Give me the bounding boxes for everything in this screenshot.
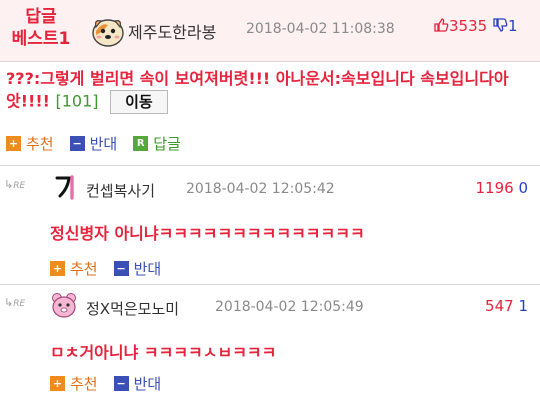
re-label: RE [13, 181, 26, 191]
best-post-date: 2018-04-02 11:08:38 [246, 21, 395, 37]
best-badge-line2: 베스트1 [11, 29, 71, 49]
reply-arrow-icon: ↳RE [4, 178, 26, 191]
divider [0, 284, 540, 285]
reply-count: [101] [55, 91, 99, 111]
best-reply-header: 답글 베스트1 제주도한라봉 2018-04-02 11:08:38 3535 … [0, 0, 540, 62]
minus-icon: − [69, 136, 85, 151]
divider [0, 165, 540, 166]
comment-date: 2018-04-02 12:05:49 [215, 299, 364, 315]
downvote-button[interactable]: − 반대 [69, 133, 118, 154]
downvote-button[interactable]: − 반대 [113, 373, 162, 394]
best-vote-counts: 3535 1 [433, 17, 518, 35]
comment-vote-counts: 1196 0 [475, 179, 528, 197]
comment-upvote-count: 547 [485, 297, 514, 315]
best-badge-line1: 답글 [25, 7, 57, 27]
thumbs-down-icon[interactable] [492, 17, 508, 33]
comment-text: 정신병자 아니냐ㅋㅋㅋㅋㅋㅋㅋㅋㅋㅋㅋㅋㅋㅋ [50, 224, 365, 243]
comment-upvote-count: 1196 [475, 179, 514, 197]
comment-vote-counts: 547 1 [485, 297, 528, 315]
best-badge: 답글 베스트1 [4, 6, 78, 50]
best-upvote-count: 3535 [449, 17, 488, 35]
ki-avatar-icon[interactable] [50, 174, 78, 202]
downvote-label: 반대 [133, 260, 162, 278]
plus-icon: + [6, 136, 21, 151]
upvote-label: 추천 [70, 375, 98, 393]
comment-actions: + 추천 − 반대 [50, 258, 177, 279]
reply-button[interactable]: R 답글 [133, 133, 181, 154]
downvote-label: 반대 [133, 375, 162, 393]
best-downvote-count: 1 [507, 17, 518, 35]
comment-author-nickname[interactable]: 정X먹은모노미 [86, 298, 179, 319]
reply-r-icon: R [133, 136, 149, 151]
comment-date: 2018-04-02 12:05:42 [186, 181, 335, 197]
downvote-label: 반대 [89, 135, 118, 153]
reply-arrow-icon: ↳RE [4, 296, 26, 309]
move-button[interactable]: 이동 [110, 90, 168, 114]
comment-author-nickname[interactable]: 컨셉복사기 [86, 180, 155, 201]
comment-downvote-count: 0 [518, 179, 528, 197]
upvote-label: 추천 [26, 135, 54, 153]
upvote-button[interactable]: + 추천 [50, 258, 98, 279]
plus-icon: + [50, 261, 65, 276]
downvote-button[interactable]: − 반대 [113, 258, 162, 279]
comment-downvote-count: 1 [518, 297, 528, 315]
comment-text: ㅁㅊ거아니냐 ㅋㅋㅋㅋㅅㅂㅋㅋㅋ [50, 343, 277, 362]
minus-icon: − [113, 376, 129, 391]
plus-icon: + [50, 376, 65, 391]
upvote-button[interactable]: + 추천 [50, 373, 98, 394]
minus-icon: − [113, 261, 129, 276]
upvote-button[interactable]: + 추천 [6, 133, 54, 154]
reply-label: 답글 [153, 135, 181, 153]
comment-actions: + 추천 − 반대 [50, 373, 177, 394]
best-post-body: ???:그렇게 벌리면 속이 보여져버렷!!! 아나운서:속보입니다 속보입니다… [6, 68, 534, 114]
best-post-actions: + 추천 − 반대 R 답글 [6, 133, 197, 154]
re-label: RE [13, 299, 26, 309]
best-author-nickname[interactable]: 제주도한라봉 [128, 19, 216, 43]
thumbs-up-icon[interactable] [433, 17, 449, 33]
pink-bear-avatar-icon[interactable] [50, 291, 78, 319]
upvote-label: 추천 [70, 260, 98, 278]
hamster-avatar-icon[interactable] [90, 13, 126, 49]
